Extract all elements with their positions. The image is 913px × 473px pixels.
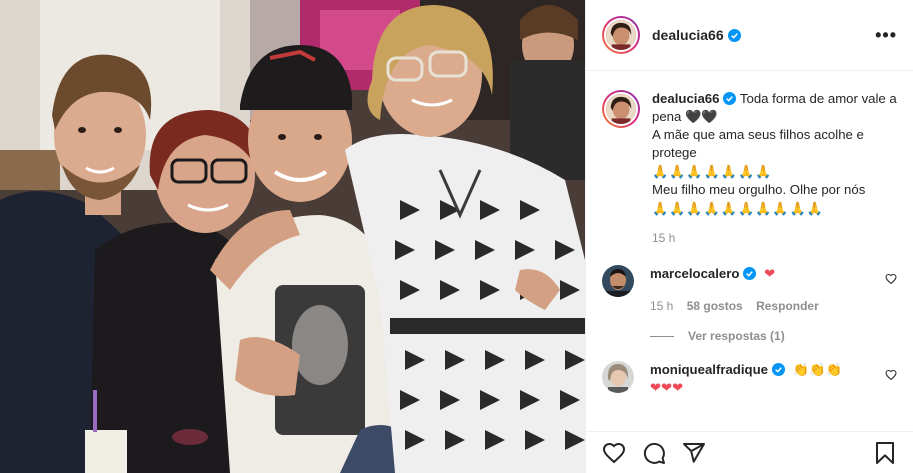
pray-emoji: 🙏 <box>703 164 720 179</box>
comment-time[interactable]: 15 h <box>650 299 673 313</box>
comment-text: 👏👏👏 <box>792 362 842 377</box>
caption-meta: 15 h <box>652 229 897 247</box>
caption: dealucia66 Toda forma de amor vale a pen… <box>602 90 897 247</box>
author-username[interactable]: dealucia66 <box>652 27 724 43</box>
action-bar <box>586 431 913 473</box>
pray-emoji: 🙏 <box>669 201 686 216</box>
comment-icon[interactable] <box>642 441 666 465</box>
caption-username[interactable]: dealucia66 <box>652 91 719 106</box>
pray-emoji: 🙏 <box>686 164 703 179</box>
view-replies-label[interactable]: Ver respostas (1) <box>688 329 785 343</box>
comment-username[interactable]: marcelocalero <box>650 266 739 281</box>
verified-badge-icon <box>743 267 757 280</box>
pray-emoji: 🙏 <box>652 164 669 179</box>
pray-emoji: 🙏 <box>772 201 789 216</box>
pray-emoji: 🙏 <box>686 201 703 216</box>
verified-badge-icon <box>723 92 737 105</box>
comment-like-heart-icon[interactable] <box>885 273 897 285</box>
comment-likes[interactable]: 58 gostos <box>687 299 743 313</box>
pray-emoji: 🙏 <box>806 201 823 216</box>
comment-meta: 15 h 58 gostos Responder <box>650 297 885 315</box>
caption-time[interactable]: 15 h <box>652 231 675 245</box>
share-icon[interactable] <box>682 441 706 465</box>
caption-line-2: A mãe que ama seus filhos acolhe e prote… <box>652 127 864 160</box>
heart-icon[interactable] <box>602 441 626 465</box>
pray-emoji-row-1: 🙏 🙏 🙏 🙏 🙏 🙏 🙏 <box>652 163 897 180</box>
reply-button[interactable]: Responder <box>756 299 819 313</box>
comment-marcelocalero: marcelocalero ❤ 15 h 58 gostos Responder <box>602 265 897 315</box>
view-replies[interactable]: Ver respostas (1) <box>650 329 897 343</box>
pray-emoji: 🙏 <box>720 201 737 216</box>
instagram-post: dealucia66 ••• dealucia66 Toda forma de … <box>0 0 913 473</box>
pray-emoji: 🙏 <box>669 164 686 179</box>
pray-emoji: 🙏 <box>737 164 755 179</box>
comment-text-line-2: ❤❤❤ <box>650 380 684 395</box>
comment-text: ❤ <box>764 266 776 281</box>
post-photo[interactable] <box>0 0 585 473</box>
bookmark-icon[interactable] <box>873 441 897 465</box>
family-photo-illustration <box>0 0 585 473</box>
pray-emoji: 🙏 <box>755 201 772 216</box>
comment-username[interactable]: moniquealfradique <box>650 362 768 377</box>
pray-emoji: 🙏 <box>652 201 669 216</box>
pray-emoji: 🙏 <box>720 164 737 179</box>
pray-emoji: 🙏 <box>789 201 806 216</box>
caption-line-3: Meu filho meu orgulho. Olhe por nós <box>652 182 866 197</box>
verified-badge-icon <box>727 28 741 42</box>
comments-list[interactable]: dealucia66 Toda forma de amor vale a pen… <box>586 72 913 431</box>
author-avatar[interactable] <box>602 16 640 54</box>
commenter-avatar[interactable] <box>602 361 634 393</box>
pray-emoji: 🙏 <box>703 201 720 216</box>
verified-badge-icon <box>771 363 785 376</box>
replies-divider <box>650 335 674 337</box>
pray-emoji-row-2: 🙏 🙏 🙏 🙏 🙏 🙏 🙏 🙏 🙏 🙏 <box>652 200 897 217</box>
pray-emoji: 🙏 <box>755 164 772 179</box>
pray-emoji: 🙏 <box>737 201 755 216</box>
more-options-icon[interactable]: ••• <box>875 25 897 46</box>
post-panel: dealucia66 ••• dealucia66 Toda forma de … <box>585 0 913 473</box>
comment-moniquealfradique: moniquealfradique 👏👏👏 ❤❤❤ <box>602 361 897 397</box>
commenter-avatar[interactable] <box>602 265 634 297</box>
post-header: dealucia66 ••• <box>586 0 913 71</box>
comment-like-heart-icon[interactable] <box>885 369 897 381</box>
caption-avatar[interactable] <box>602 90 640 128</box>
